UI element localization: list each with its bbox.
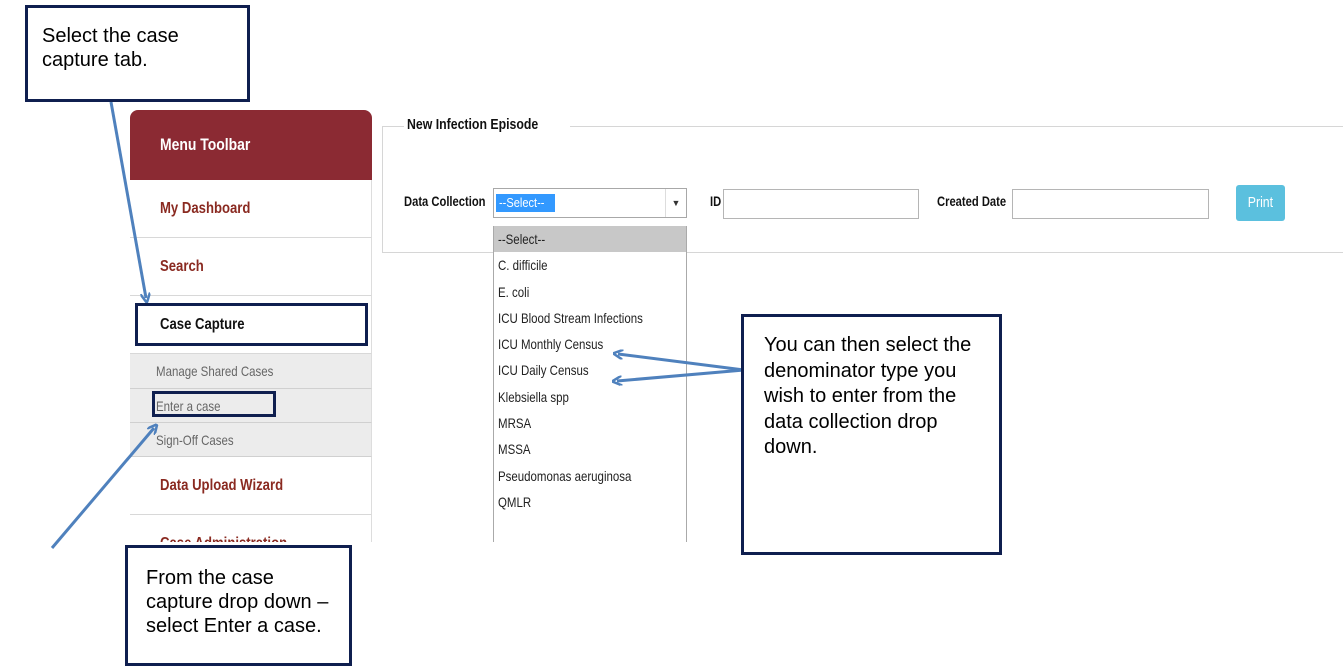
callout-select-case-capture: Select the case capture tab. [25,5,250,102]
callout-denominator-type: You can then select the denominator type… [741,314,1002,555]
callout-text: Select the case capture tab. [42,25,179,71]
arrow-to-icu-daily-census [617,368,745,381]
callout-text: You can then select the denominator type… [764,334,972,458]
callout-text: From the case capture drop down – select… [146,567,329,637]
arrow-to-case-capture [109,101,146,298]
callout-enter-a-case: From the case capture drop down – select… [125,545,352,666]
arrow-to-enter-a-case [50,428,154,549]
arrow-to-icu-monthly-census [618,354,745,372]
